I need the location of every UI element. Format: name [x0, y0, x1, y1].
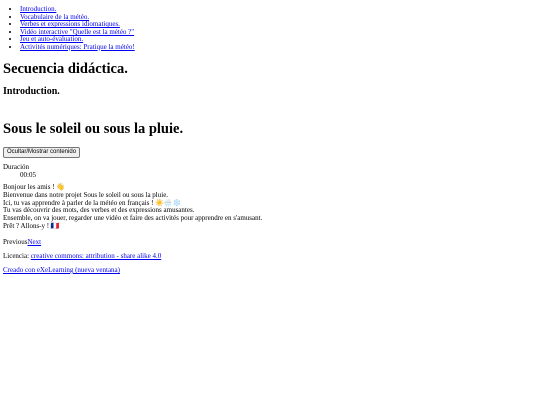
made-with: Creado con eXeLearning (nueva ventana) — [3, 266, 120, 274]
previous-label: Previous — [3, 238, 28, 246]
duration-value: 00:05 — [20, 171, 36, 180]
content-line-ready: Prêt ? Allons-y ! 🇫🇷 — [3, 221, 60, 230]
license-link[interactable]: creative commons: attribution - share al… — [31, 252, 161, 260]
license: Licencia: creative commons: attribution … — [3, 252, 161, 260]
pagination: PreviousNext — [3, 238, 41, 246]
nav-link-activities[interactable]: Activités numériques: Pratique la météo! — [20, 43, 135, 51]
license-label: Licencia: — [3, 252, 30, 260]
section-title: Introduction. — [3, 86, 60, 97]
nav-item-activities: Activités numériques: Pratique la météo! — [20, 43, 135, 52]
next-link[interactable]: Next — [28, 238, 42, 246]
site-title: Secuencia didáctica. — [3, 61, 128, 77]
page-title: Sous le soleil ou sous la pluie. — [3, 121, 184, 137]
toggle-content-button[interactable]: Ocultar/Mostrar contenido — [3, 147, 81, 158]
duration-block: Duración 00:05 — [3, 163, 36, 179]
exelearning-link[interactable]: Creado con eXeLearning (nueva ventana) — [3, 266, 120, 274]
duration-label: Duración — [3, 163, 30, 171]
main-navigation: Introduction. Vocabulaire de la météo. V… — [0, 5, 135, 52]
content-text: Bonjour les amis ! 👋 Bienvenue dans notr… — [3, 183, 262, 231]
